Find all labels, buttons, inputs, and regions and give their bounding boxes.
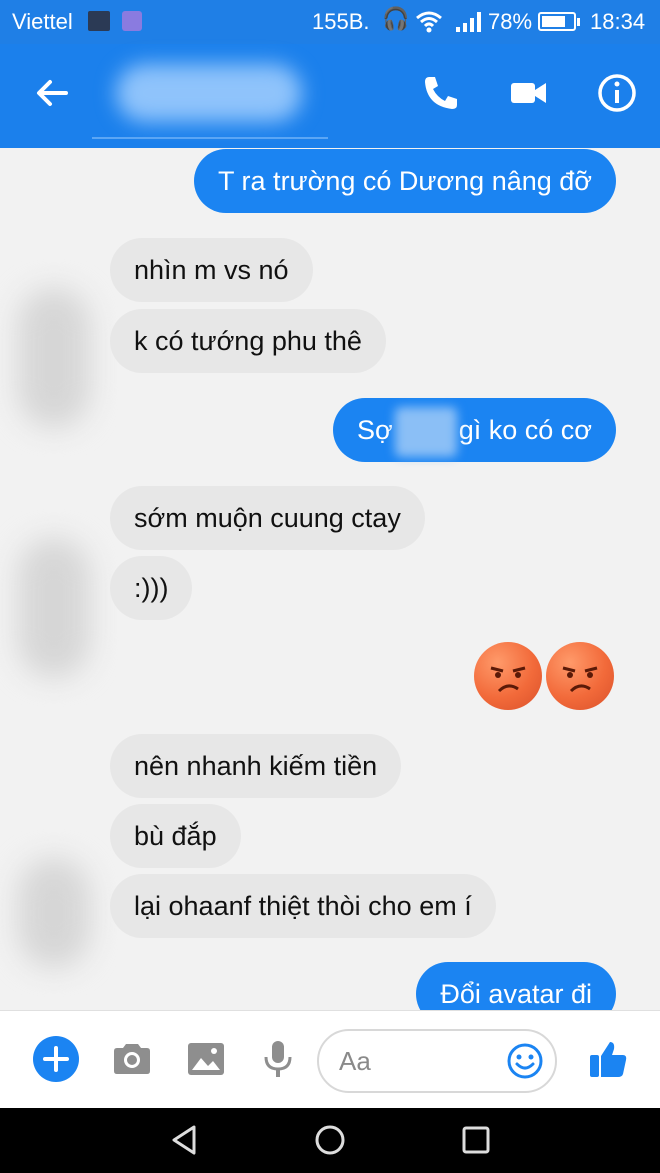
thumbs-up-icon[interactable] [586,1037,630,1081]
home-circle-icon[interactable] [312,1122,348,1158]
info-icon[interactable] [594,70,640,116]
plus-icon[interactable] [33,1036,79,1082]
message-incoming[interactable]: sớm muộn cuung ctay [110,486,425,550]
app-notification-icon [122,11,142,31]
message-outgoing[interactable]: Đổi avatar đi [416,962,616,1010]
unamused-angry-face-icon[interactable] [474,642,542,710]
contact-name-redacted[interactable] [116,64,302,122]
phone-icon[interactable] [418,70,464,116]
recents-square-icon[interactable] [458,1122,494,1158]
system-navigation-bar [0,1108,660,1173]
network-speed: 155B. [312,9,370,34]
headphones-icon: 🎧 [382,6,410,31]
camera-icon[interactable] [110,1037,154,1081]
message-list[interactable]: T ra trường có Dương nâng đỡ nhìn m vs n… [0,148,660,1010]
status-bar: Viettel 155B. 🎧 78% 18:34 [0,0,660,44]
wifi-icon [416,11,442,33]
avatar-redacted [18,858,90,968]
conversation-header [0,44,660,148]
message-text-after: gì ko có cơ [458,415,592,445]
notification-icon [88,11,110,31]
clock: 18:34 [590,9,646,34]
arrow-left-icon[interactable] [30,70,76,116]
microphone-icon[interactable] [256,1037,300,1081]
carrier-name: Viettel [12,9,73,34]
message-incoming[interactable]: lại ohaanf thiệt thòi cho em í [110,874,496,938]
message-input[interactable]: Aa [317,1029,557,1093]
message-incoming[interactable]: bù đắp [110,804,241,868]
image-icon[interactable] [184,1037,228,1081]
message-composer: Aa [0,1010,660,1108]
redacted-word [394,406,457,457]
message-outgoing[interactable]: T ra trường có Dương nâng đỡ [194,149,616,213]
name-underline [92,137,328,139]
battery-icon [538,12,580,31]
avatar-redacted [18,288,90,428]
video-camera-icon[interactable] [506,70,552,116]
message-incoming[interactable]: k có tướng phu thê [110,309,386,373]
avatar-redacted [18,538,90,678]
message-incoming[interactable]: nên nhanh kiếm tiền [110,734,402,798]
message-outgoing[interactable]: Sợ gì ko có cơ [333,398,616,462]
message-input-placeholder: Aa [339,1046,371,1076]
signal-icon [456,12,482,32]
message-incoming[interactable]: :))) [110,556,193,620]
smiley-icon[interactable] [505,1041,545,1081]
back-triangle-icon[interactable] [166,1122,202,1158]
message-text-before: Sợ [357,415,393,445]
message-incoming[interactable]: nhìn m vs nó [110,238,313,302]
unamused-angry-face-icon[interactable] [546,642,614,710]
battery-percent: 78% [488,9,533,34]
